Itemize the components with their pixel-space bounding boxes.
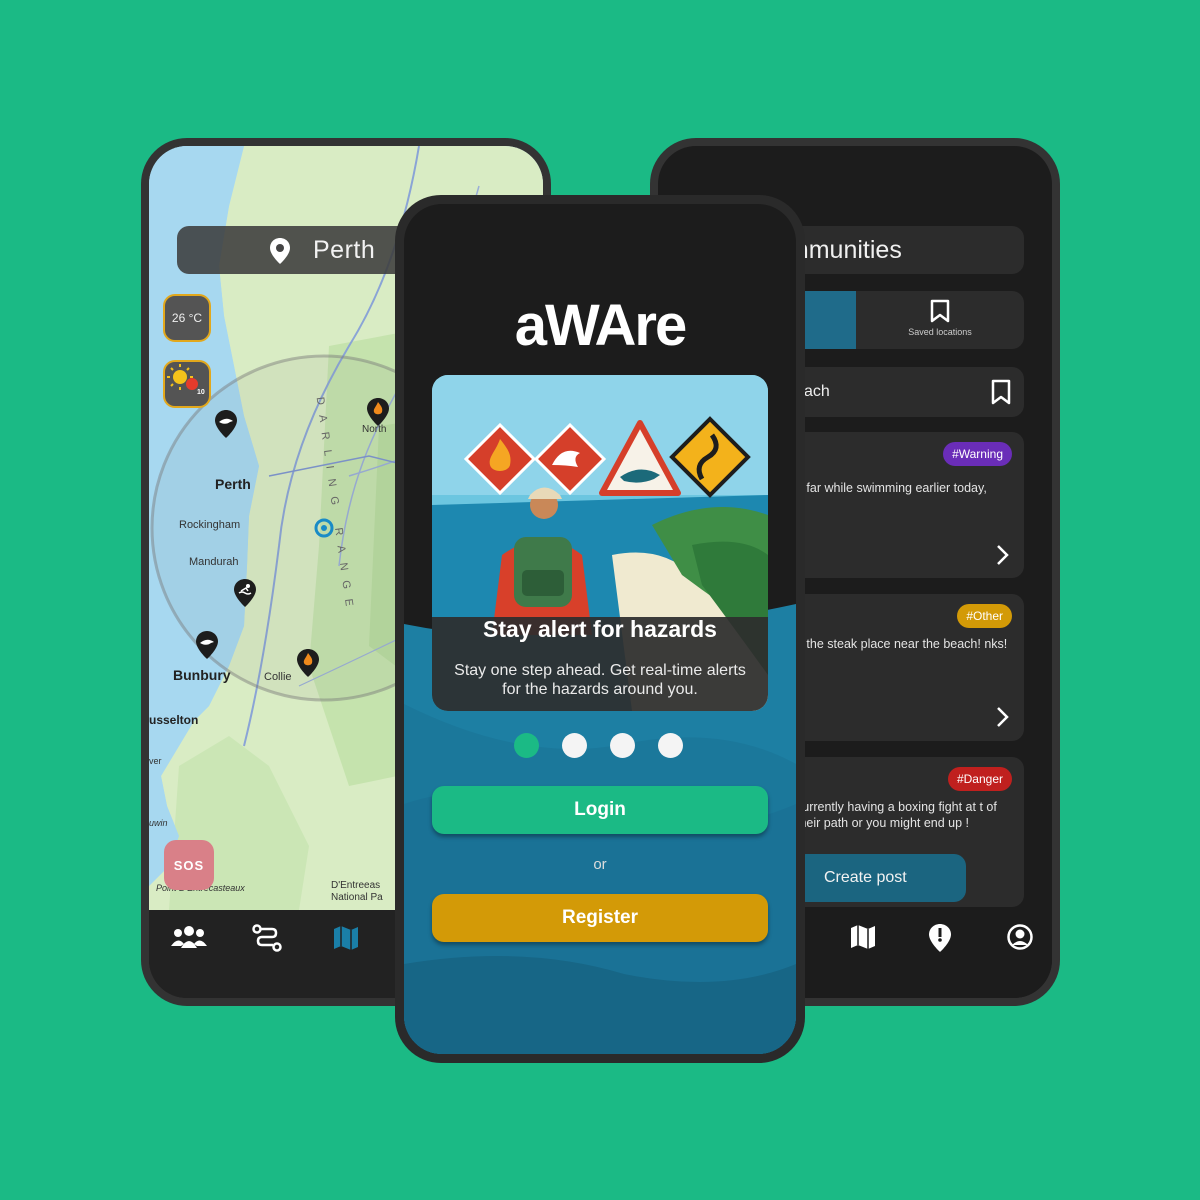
temperature-chip[interactable]: 26 °C [163, 294, 211, 342]
login-button[interactable]: Login [432, 786, 768, 834]
map-icon[interactable] [850, 924, 876, 950]
shark-hazard-icon[interactable] [196, 631, 218, 659]
bookmark-icon [930, 299, 950, 323]
app-logo: aWAre [514, 293, 688, 358]
map-label-leeuwin: uwin [149, 818, 168, 828]
register-label: Register [561, 907, 639, 928]
location-pin-icon [270, 238, 290, 264]
location-row[interactable]: ach [788, 367, 1024, 417]
page-indicator [514, 733, 690, 759]
post-tag: #Other [957, 604, 1012, 628]
post-tag: #Danger [947, 767, 1012, 791]
page-dot[interactable] [562, 733, 587, 758]
onboarding-phone: aWAre Stay alert for hazards Stay one st… [395, 195, 805, 1063]
communities-icon[interactable] [171, 924, 207, 950]
page-dot[interactable] [610, 733, 635, 758]
chevron-right-icon[interactable] [996, 544, 1010, 566]
post-card[interactable]: 9 #Other d the steak place near the beac… [788, 594, 1024, 741]
page-title: ommunities [774, 226, 1024, 274]
sun-uv-icon [167, 364, 198, 390]
map-label-busselton: usselton [149, 713, 199, 727]
register-button[interactable]: Register [432, 894, 768, 942]
map-label-perth: Perth [215, 476, 251, 492]
post-body: d the steak place near the beach! nks! [796, 637, 1008, 651]
post-card[interactable]: 1 #Warning a far while swimming earlier … [788, 432, 1024, 578]
post-body: currently having a boxing fight at t of … [796, 800, 997, 830]
map-label-mandurah: Mandurah [189, 556, 239, 568]
tab-saved-label: Saved locations [908, 327, 972, 337]
page-dot[interactable] [658, 733, 683, 758]
fire-hazard-icon[interactable] [297, 649, 319, 677]
map-label-park: D'Entreeas [331, 880, 381, 891]
create-post-label: Create post [824, 869, 907, 886]
temperature-value: 26 °C [171, 311, 203, 325]
alert-pin-icon[interactable] [929, 924, 951, 952]
map-label-park-2: National Pa [331, 892, 383, 903]
bookmark-icon[interactable] [990, 379, 1012, 405]
post-tag: #Warning [943, 442, 1012, 466]
location-row-label: ach [804, 383, 830, 400]
route-icon[interactable] [252, 924, 282, 952]
sos-button[interactable]: SOS [164, 840, 214, 890]
or-separator: or [593, 856, 607, 873]
uv-value: 10 [197, 389, 205, 396]
map-label-bunbury: Bunbury [173, 667, 231, 683]
shark-hazard-icon[interactable] [215, 410, 237, 438]
map-icon[interactable] [332, 924, 360, 952]
map-label-augusta: ver [149, 756, 162, 766]
onboarding-screen: aWAre Stay alert for hazards Stay one st… [404, 204, 796, 1054]
swimmer-hazard-icon[interactable] [234, 579, 256, 607]
location-name: Perth [313, 235, 376, 264]
card-subtitle: Stay one step ahead. Get real-time alert… [454, 662, 746, 698]
page-dot-active[interactable] [514, 733, 539, 758]
login-label: Login [574, 799, 626, 820]
uv-chip[interactable]: 10 [163, 360, 211, 408]
profile-icon[interactable] [1007, 924, 1033, 950]
communities-tabs: Saved locations [788, 291, 1024, 349]
chevron-right-icon[interactable] [996, 706, 1010, 728]
fire-hazard-icon[interactable] [367, 398, 389, 426]
sos-label: SOS [173, 857, 205, 873]
create-post-button[interactable]: Create post [794, 854, 966, 902]
map-label-collie: Collie [264, 671, 292, 683]
map-label-rockingham: Rockingham [179, 519, 241, 531]
tab-saved-locations[interactable]: Saved locations [856, 291, 1024, 349]
card-title: Stay alert for hazards [483, 616, 717, 642]
post-body: a far while swimming earlier today, [796, 481, 987, 495]
